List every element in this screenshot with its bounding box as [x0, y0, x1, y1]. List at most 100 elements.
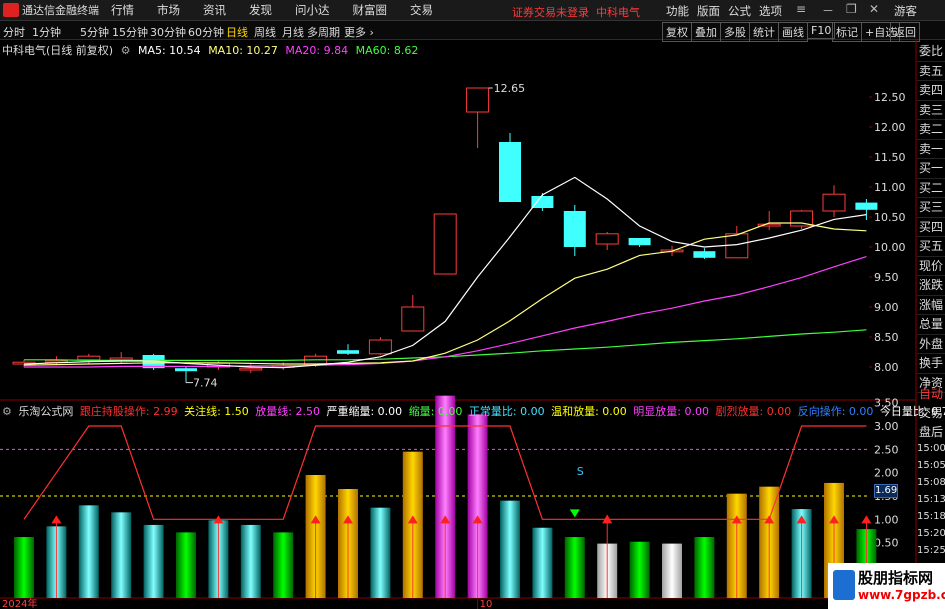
volume-ratio-bar	[694, 537, 715, 598]
trade-side-panel: 自动 交易 盘后	[917, 385, 945, 442]
volume-ratio-bar	[662, 543, 682, 598]
candle-body-down	[175, 368, 197, 372]
side-label[interactable]: 换手	[917, 354, 945, 374]
time-label: 15:13	[917, 494, 945, 505]
volume-ratio-bar	[500, 500, 520, 598]
indicator-tick-label: 0.50	[874, 537, 899, 550]
price-tick-label: 9.00	[874, 301, 899, 314]
candle-body-up	[368, 339, 392, 355]
ma5-label: MA5: 10.54	[137, 44, 201, 57]
volume-ratio-bar	[14, 537, 34, 598]
price-info-bar: 中科电气(日线 前复权) ⚙ MA5: 10.54 MA10: 10.27 MA…	[2, 42, 422, 57]
candle-body-down	[855, 202, 878, 210]
candle-body-up	[790, 210, 814, 227]
candle-body-down	[563, 211, 586, 247]
volume-ratio-bar	[240, 524, 261, 598]
x-axis-label: 10	[480, 599, 493, 609]
volume-ratio-bar	[78, 505, 99, 598]
price-tick-label: 9.50	[874, 271, 899, 284]
candle-body-down	[499, 142, 521, 202]
candle-body-up	[822, 193, 846, 212]
side-label[interactable]: 卖二	[917, 120, 945, 140]
side-label[interactable]: 委比	[917, 42, 945, 62]
watermark-title: 股朋指标网	[858, 569, 934, 587]
candle-body-up	[433, 213, 457, 275]
watermark-logo-icon	[833, 570, 855, 600]
volume-ratio-bar	[370, 507, 391, 598]
watermark: 股朋指标网 www.7gpzb.com	[828, 563, 945, 609]
price-tick-label: 8.50	[874, 331, 899, 344]
volume-ratio-bar	[273, 532, 294, 598]
ind-item: 剧烈放量: 0.00	[715, 405, 792, 418]
side-label[interactable]: 买二	[917, 179, 945, 198]
settings-gear-icon[interactable]: ⚙	[121, 44, 131, 57]
ind-item: 反向操作: 0.00	[797, 405, 874, 418]
stock-title: 中科电气(日线 前复权)	[2, 44, 114, 57]
indicator-title: 乐淘公式网	[18, 405, 74, 418]
indicator-tick-label: 2.00	[874, 467, 899, 480]
low-label: 7.74	[193, 377, 218, 390]
price-tick-label: 11.50	[874, 151, 906, 164]
side-label[interactable]: 卖五	[917, 62, 945, 81]
side-label[interactable]: 卖四	[917, 81, 945, 101]
ind-item: 温和放量: 0.00	[551, 405, 627, 418]
candle-body-up	[401, 306, 425, 332]
side-label[interactable]: 涨跌	[917, 276, 945, 296]
s-signal-label: S	[577, 465, 584, 478]
candle-body-up	[109, 357, 133, 361]
side-label[interactable]: 外盘	[917, 335, 945, 354]
side-label[interactable]: 买五	[917, 237, 945, 257]
price-tick-label: 12.50	[874, 91, 906, 104]
ind-item: 放量线: 2.50	[255, 405, 320, 418]
price-tick-label: 8.00	[874, 361, 899, 374]
trade-label[interactable]: 交易	[917, 404, 945, 423]
candle-body-up	[77, 355, 101, 361]
candle-body-down	[693, 251, 716, 258]
price-tick-label: 11.00	[874, 181, 906, 194]
indicator-tick-label: 2.50	[874, 443, 899, 456]
time-label: 15:20	[917, 528, 945, 539]
time-column: 15:00 15:05 15:08 15:13 15:18 15:20 15:2…	[917, 440, 945, 559]
ind-item: 明显放量: 0.00	[633, 405, 709, 418]
down-arrow-icon	[569, 509, 580, 518]
auto-trade-label[interactable]: 自动	[917, 385, 945, 404]
quote-side-panel: 委比 卖五 卖四 卖三 卖二 卖一 买一 买二 买三 买四 买五 现价 涨跌 涨…	[917, 42, 945, 393]
side-label[interactable]: 买四	[917, 218, 945, 237]
ind-item: 关注线: 1.50	[184, 405, 249, 418]
volume-ratio-bar	[143, 524, 164, 598]
side-label[interactable]: 买三	[917, 198, 945, 218]
side-label[interactable]: 卖三	[917, 101, 945, 120]
chart-canvas[interactable]: 12.50 12.00 11.50 11.00 10.50 10.00 9.50 9.00 8.…	[0, 0, 945, 609]
volume-ratio-bar	[176, 532, 196, 598]
indicator-tick-label: 1.00	[874, 513, 899, 526]
candle-body-down	[337, 350, 359, 354]
ind-item: 严重缩量: 0.00	[326, 405, 403, 418]
watermark-url: www.7gpzb.com	[858, 588, 945, 602]
side-label[interactable]: 总量	[917, 315, 945, 335]
side-label[interactable]: 涨幅	[917, 296, 945, 315]
side-label[interactable]: 买一	[917, 159, 945, 179]
side-label[interactable]: 现价	[917, 257, 945, 276]
indicator-info-bar: ⚙ 乐淘公式网 跟庄持股操作: 2.99 关注线: 1.50 放量线: 2.50…	[2, 403, 945, 418]
indicator-gear-icon[interactable]: ⚙	[2, 405, 12, 418]
ind-item: 跟庄持股操作: 2.99	[79, 405, 178, 418]
indicator-tick-label: 3.00	[874, 420, 899, 433]
high-label: 12.65	[494, 82, 525, 95]
ma20-label: MA20: 9.84	[285, 44, 349, 57]
volume-ratio-bar	[532, 527, 553, 598]
candle-body-down	[531, 196, 554, 208]
side-label[interactable]: 卖一	[917, 140, 945, 159]
ind-item: 缩量: 0.00	[408, 405, 463, 418]
ind-item: 正常量比: 0.00	[468, 405, 545, 418]
volume-ratio-bar	[111, 512, 132, 598]
price-tick-label: 10.50	[874, 211, 906, 224]
time-label: 15:08	[917, 477, 945, 488]
up-arrow-icon	[861, 515, 872, 524]
candle-body-down	[628, 238, 651, 246]
candle-body-up	[725, 233, 749, 259]
volume-ratio-bar	[564, 537, 585, 598]
ma10-label: MA10: 10.27	[208, 44, 278, 57]
time-label: 15:00	[917, 443, 945, 454]
ma60-label: MA60: 8.62	[355, 44, 419, 57]
time-label: 15:25	[917, 545, 945, 556]
